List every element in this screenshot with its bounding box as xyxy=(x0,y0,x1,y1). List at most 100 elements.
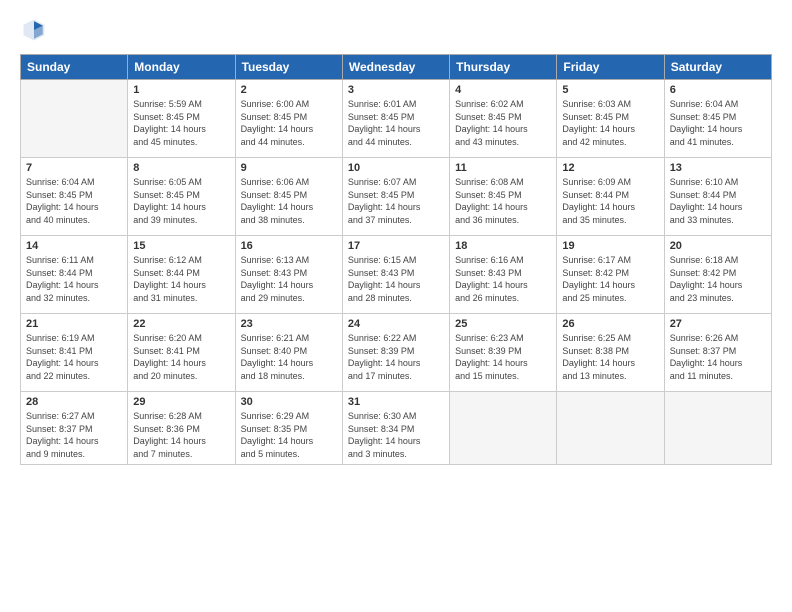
calendar-cell: 30 Sunrise: 6:29 AM Sunset: 8:35 PM Dayli… xyxy=(235,392,342,465)
calendar-cell: 10 Sunrise: 6:07 AM Sunset: 8:45 PM Dayli… xyxy=(342,158,449,236)
calendar-cell: 28 Sunrise: 6:27 AM Sunset: 8:37 PM Dayli… xyxy=(21,392,128,465)
day-info: Sunrise: 6:22 AM Sunset: 8:39 PM Dayligh… xyxy=(348,332,444,382)
calendar-cell xyxy=(664,392,771,465)
day-number: 17 xyxy=(348,240,444,252)
calendar-cell: 19 Sunrise: 6:17 AM Sunset: 8:42 PM Dayli… xyxy=(557,236,664,314)
calendar-cell: 23 Sunrise: 6:21 AM Sunset: 8:40 PM Dayli… xyxy=(235,314,342,392)
calendar-cell: 31 Sunrise: 6:30 AM Sunset: 8:34 PM Dayli… xyxy=(342,392,449,465)
day-number: 3 xyxy=(348,84,444,96)
calendar-cell xyxy=(21,80,128,158)
day-info: Sunrise: 6:04 AM Sunset: 8:45 PM Dayligh… xyxy=(26,176,122,226)
calendar-cell: 16Sunrise: 6:13 AM Sunset: 8:43 PM Dayli… xyxy=(235,236,342,314)
calendar-cell: 17 Sunrise: 6:15 AM Sunset: 8:43 PM Dayli… xyxy=(342,236,449,314)
day-number: 15 xyxy=(133,240,229,252)
day-info: Sunrise: 6:21 AM Sunset: 8:40 PM Dayligh… xyxy=(241,332,337,382)
calendar-cell: 27 Sunrise: 6:26 AM Sunset: 8:37 PM Dayli… xyxy=(664,314,771,392)
day-number: 13 xyxy=(670,162,766,174)
day-number: 9 xyxy=(241,162,337,174)
day-number: 16 xyxy=(241,240,337,252)
day-info: Sunrise: 6:00 AM Sunset: 8:45 PM Dayligh… xyxy=(241,98,337,148)
calendar-cell: 26Sunrise: 6:25 AM Sunset: 8:38 PM Dayli… xyxy=(557,314,664,392)
calendar-cell: 6 Sunrise: 6:04 AM Sunset: 8:45 PM Daylig… xyxy=(664,80,771,158)
calendar-cell: 9Sunrise: 6:06 AM Sunset: 8:45 PM Daylig… xyxy=(235,158,342,236)
calendar-cell: 3 Sunrise: 6:01 AM Sunset: 8:45 PM Daylig… xyxy=(342,80,449,158)
day-number: 18 xyxy=(455,240,551,252)
calendar: SundayMondayTuesdayWednesdayThursdayFrid… xyxy=(20,54,772,465)
calendar-cell: 11 Sunrise: 6:08 AM Sunset: 8:45 PM Dayli… xyxy=(450,158,557,236)
logo xyxy=(20,16,52,44)
calendar-cell: 13 Sunrise: 6:10 AM Sunset: 8:44 PM Dayli… xyxy=(664,158,771,236)
calendar-cell: 5 Sunrise: 6:03 AM Sunset: 8:45 PM Daylig… xyxy=(557,80,664,158)
day-info: Sunrise: 5:59 AM Sunset: 8:45 PM Dayligh… xyxy=(133,98,229,148)
day-number: 25 xyxy=(455,318,551,330)
day-number: 30 xyxy=(241,396,337,408)
calendar-cell: 14Sunrise: 6:11 AM Sunset: 8:44 PM Dayli… xyxy=(21,236,128,314)
day-info: Sunrise: 6:07 AM Sunset: 8:45 PM Dayligh… xyxy=(348,176,444,226)
day-number: 31 xyxy=(348,396,444,408)
calendar-cell: 2 Sunrise: 6:00 AM Sunset: 8:45 PM Daylig… xyxy=(235,80,342,158)
day-number: 5 xyxy=(562,84,658,96)
calendar-cell: 29 Sunrise: 6:28 AM Sunset: 8:36 PM Dayli… xyxy=(128,392,235,465)
logo-icon xyxy=(20,16,48,44)
day-number: 7 xyxy=(26,162,122,174)
calendar-cell: 21 Sunrise: 6:19 AM Sunset: 8:41 PM Dayli… xyxy=(21,314,128,392)
calendar-cell: 24 Sunrise: 6:22 AM Sunset: 8:39 PM Dayli… xyxy=(342,314,449,392)
calendar-cell: 22 Sunrise: 6:20 AM Sunset: 8:41 PM Dayli… xyxy=(128,314,235,392)
calendar-cell: 1 Sunrise: 5:59 AM Sunset: 8:45 PM Daylig… xyxy=(128,80,235,158)
day-info: Sunrise: 6:01 AM Sunset: 8:45 PM Dayligh… xyxy=(348,98,444,148)
weekday-header: Tuesday xyxy=(235,55,342,80)
day-number: 22 xyxy=(133,318,229,330)
day-number: 27 xyxy=(670,318,766,330)
day-number: 10 xyxy=(348,162,444,174)
day-number: 14 xyxy=(26,240,122,252)
calendar-cell: 8 Sunrise: 6:05 AM Sunset: 8:45 PM Daylig… xyxy=(128,158,235,236)
day-info: Sunrise: 6:19 AM Sunset: 8:41 PM Dayligh… xyxy=(26,332,122,382)
day-info: Sunrise: 6:27 AM Sunset: 8:37 PM Dayligh… xyxy=(26,410,122,460)
day-info: Sunrise: 6:03 AM Sunset: 8:45 PM Dayligh… xyxy=(562,98,658,148)
day-number: 4 xyxy=(455,84,551,96)
day-number: 11 xyxy=(455,162,551,174)
weekday-header: Wednesday xyxy=(342,55,449,80)
calendar-cell xyxy=(450,392,557,465)
weekday-header: Monday xyxy=(128,55,235,80)
weekday-header: Thursday xyxy=(450,55,557,80)
day-info: Sunrise: 6:10 AM Sunset: 8:44 PM Dayligh… xyxy=(670,176,766,226)
calendar-cell: 7 Sunrise: 6:04 AM Sunset: 8:45 PM Daylig… xyxy=(21,158,128,236)
day-number: 29 xyxy=(133,396,229,408)
weekday-header: Sunday xyxy=(21,55,128,80)
day-number: 1 xyxy=(133,84,229,96)
calendar-cell: 4 Sunrise: 6:02 AM Sunset: 8:45 PM Daylig… xyxy=(450,80,557,158)
day-number: 23 xyxy=(241,318,337,330)
day-number: 19 xyxy=(562,240,658,252)
calendar-cell: 15Sunrise: 6:12 AM Sunset: 8:44 PM Dayli… xyxy=(128,236,235,314)
calendar-cell: 12 Sunrise: 6:09 AM Sunset: 8:44 PM Dayli… xyxy=(557,158,664,236)
day-info: Sunrise: 6:29 AM Sunset: 8:35 PM Dayligh… xyxy=(241,410,337,460)
day-number: 28 xyxy=(26,396,122,408)
day-number: 6 xyxy=(670,84,766,96)
day-number: 8 xyxy=(133,162,229,174)
day-info: Sunrise: 6:16 AM Sunset: 8:43 PM Dayligh… xyxy=(455,254,551,304)
day-info: Sunrise: 6:18 AM Sunset: 8:42 PM Dayligh… xyxy=(670,254,766,304)
calendar-cell: 18 Sunrise: 6:16 AM Sunset: 8:43 PM Dayli… xyxy=(450,236,557,314)
day-info: Sunrise: 6:04 AM Sunset: 8:45 PM Dayligh… xyxy=(670,98,766,148)
weekday-header: Saturday xyxy=(664,55,771,80)
day-number: 2 xyxy=(241,84,337,96)
calendar-cell: 25 Sunrise: 6:23 AM Sunset: 8:39 PM Dayli… xyxy=(450,314,557,392)
day-number: 24 xyxy=(348,318,444,330)
day-info: Sunrise: 6:20 AM Sunset: 8:41 PM Dayligh… xyxy=(133,332,229,382)
day-info: Sunrise: 6:05 AM Sunset: 8:45 PM Dayligh… xyxy=(133,176,229,226)
day-info: Sunrise: 6:15 AM Sunset: 8:43 PM Dayligh… xyxy=(348,254,444,304)
calendar-cell xyxy=(557,392,664,465)
day-info: Sunrise: 6:17 AM Sunset: 8:42 PM Dayligh… xyxy=(562,254,658,304)
day-info: Sunrise: 6:23 AM Sunset: 8:39 PM Dayligh… xyxy=(455,332,551,382)
day-number: 21 xyxy=(26,318,122,330)
day-info: Sunrise: 6:28 AM Sunset: 8:36 PM Dayligh… xyxy=(133,410,229,460)
weekday-header: Friday xyxy=(557,55,664,80)
day-number: 26 xyxy=(562,318,658,330)
day-info: Sunrise: 6:26 AM Sunset: 8:37 PM Dayligh… xyxy=(670,332,766,382)
day-info: Sunrise: 6:30 AM Sunset: 8:34 PM Dayligh… xyxy=(348,410,444,460)
day-number: 12 xyxy=(562,162,658,174)
day-info: Sunrise: 6:09 AM Sunset: 8:44 PM Dayligh… xyxy=(562,176,658,226)
day-info: Sunrise: 6:08 AM Sunset: 8:45 PM Dayligh… xyxy=(455,176,551,226)
day-info: Sunrise: 6:02 AM Sunset: 8:45 PM Dayligh… xyxy=(455,98,551,148)
